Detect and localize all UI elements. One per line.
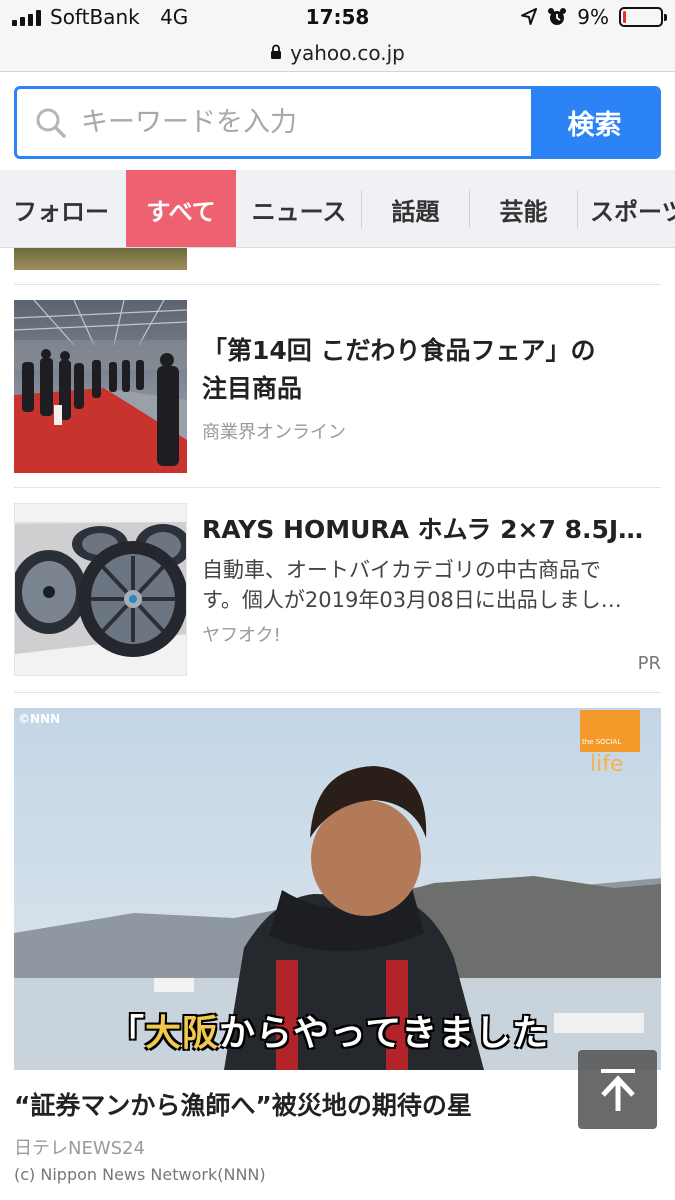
video-caption: 「大阪からやってきました (108, 1004, 549, 1056)
ad-thumbnail (14, 503, 187, 676)
video-credit: (c) Nippon News Network(NNN) (14, 1165, 266, 1184)
caption-bracket: 「 (108, 1013, 146, 1054)
article-source: 商業界オンライン (202, 422, 346, 443)
category-tabs: フォロー すべて ニュース 話題 芸能 スポーツ (0, 170, 675, 248)
channel-logo-small: the SOCIAL (582, 738, 622, 746)
address-bar[interactable]: yahoo.co.jp (0, 34, 675, 72)
arrow-up-icon (600, 1068, 635, 1111)
battery-icon (619, 7, 667, 27)
video-thumbnail[interactable]: ©NNN the SOCIAL life 「大阪からやってきました (14, 708, 661, 1070)
tab-news[interactable]: ニュース (236, 170, 362, 247)
alarm-icon (548, 8, 567, 25)
tab-entertainment[interactable]: 芸能 (470, 170, 577, 247)
video-source: 日テレNEWS24 (14, 1138, 145, 1159)
search-field[interactable] (17, 89, 531, 156)
tab-all[interactable]: すべて (126, 170, 236, 247)
url-text: yahoo.co.jp (290, 40, 405, 65)
ad-title: RAYS HOMURA ホムラ 2×7 8.5J… (202, 515, 644, 544)
battery-percent: 9% (577, 5, 609, 29)
status-bar: SoftBank 4G 17:58 9% (0, 0, 675, 36)
ad-item[interactable]: RAYS HOMURA ホムラ 2×7 8.5J… 自動車、オートバイカテゴリの… (14, 503, 661, 678)
video-title[interactable]: “証券マンから漁師へ”被災地の期待の星 (14, 1086, 472, 1122)
caption-text: からやってきました (219, 1013, 550, 1054)
video-watermark: ©NNN (18, 712, 61, 726)
tab-topics[interactable]: 話題 (362, 170, 469, 247)
divider (14, 692, 661, 693)
divider (14, 487, 661, 488)
ad-description-line: 自動車、オートバイカテゴリの中古商品で (202, 558, 601, 582)
ad-description-line: す。個人が2019年03月08日に出品しまし… (202, 588, 622, 612)
divider (14, 284, 661, 285)
previous-article-thumbnail[interactable] (14, 248, 187, 270)
lock-icon (271, 44, 282, 59)
article-title: 「第14回 こだわり食品フェア」の 注目商品 (202, 332, 596, 408)
caption-highlight: 大阪 (145, 1013, 220, 1054)
search-button[interactable]: 検索 (531, 89, 658, 156)
article-thumbnail (14, 300, 187, 473)
scroll-top-button[interactable] (578, 1050, 657, 1129)
article-item[interactable]: 「第14回 こだわり食品フェア」の 注目商品 商業界オンライン (14, 300, 661, 473)
search-bar: 検索 (14, 86, 661, 159)
ad-description: 自動車、オートバイカテゴリの中古商品で す。個人が2019年03月08日に出品し… (202, 555, 657, 615)
article-title-line: 「第14回 こだわり食品フェア」の (202, 336, 596, 365)
tab-sports[interactable]: スポーツ (578, 170, 675, 247)
search-icon (36, 108, 66, 138)
pr-badge: PR (637, 653, 661, 674)
channel-logo: life (590, 752, 624, 777)
article-title-line: 注目商品 (202, 374, 303, 403)
search-input[interactable] (81, 107, 501, 138)
location-icon (521, 8, 538, 25)
tab-follow[interactable]: フォロー (0, 170, 126, 247)
ad-source: ヤフオク! (202, 625, 281, 646)
battery-fill (623, 11, 626, 23)
